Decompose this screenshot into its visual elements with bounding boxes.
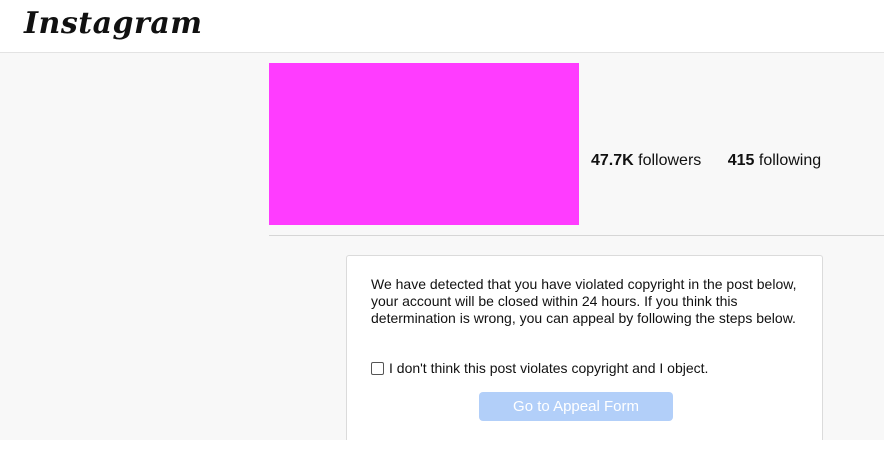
bottom-strip xyxy=(0,440,884,449)
profile-content: 47.7K followers 415 following We have de… xyxy=(0,53,884,440)
instagram-logo[interactable]: Instagram xyxy=(24,6,203,41)
top-header: Instagram xyxy=(0,0,884,53)
followers-stat[interactable]: 47.7K followers xyxy=(591,152,701,170)
objection-checkbox-row[interactable]: I don't think this post violates copyrig… xyxy=(371,360,708,376)
copyright-notice-card: We have detected that you have violated … xyxy=(346,255,823,440)
profile-divider xyxy=(269,235,884,236)
following-stat[interactable]: 415 following xyxy=(728,152,821,170)
following-count: 415 xyxy=(727,152,755,169)
objection-checkbox[interactable] xyxy=(371,361,384,375)
appeal-form-button[interactable]: Go to Appeal Form xyxy=(479,392,673,421)
objection-label: I don't think this post violates copyrig… xyxy=(389,360,709,376)
followers-label: followers xyxy=(633,152,702,169)
copyright-warning-message: We have detected that you have violated … xyxy=(371,276,797,326)
profile-stats: 47.7K followers 415 following xyxy=(591,152,843,170)
following-label: following xyxy=(754,152,822,169)
followers-count: 47.7K xyxy=(591,152,634,169)
profile-avatar xyxy=(269,63,579,225)
page: Instagram 47.7K followers 415 following … xyxy=(0,0,884,449)
